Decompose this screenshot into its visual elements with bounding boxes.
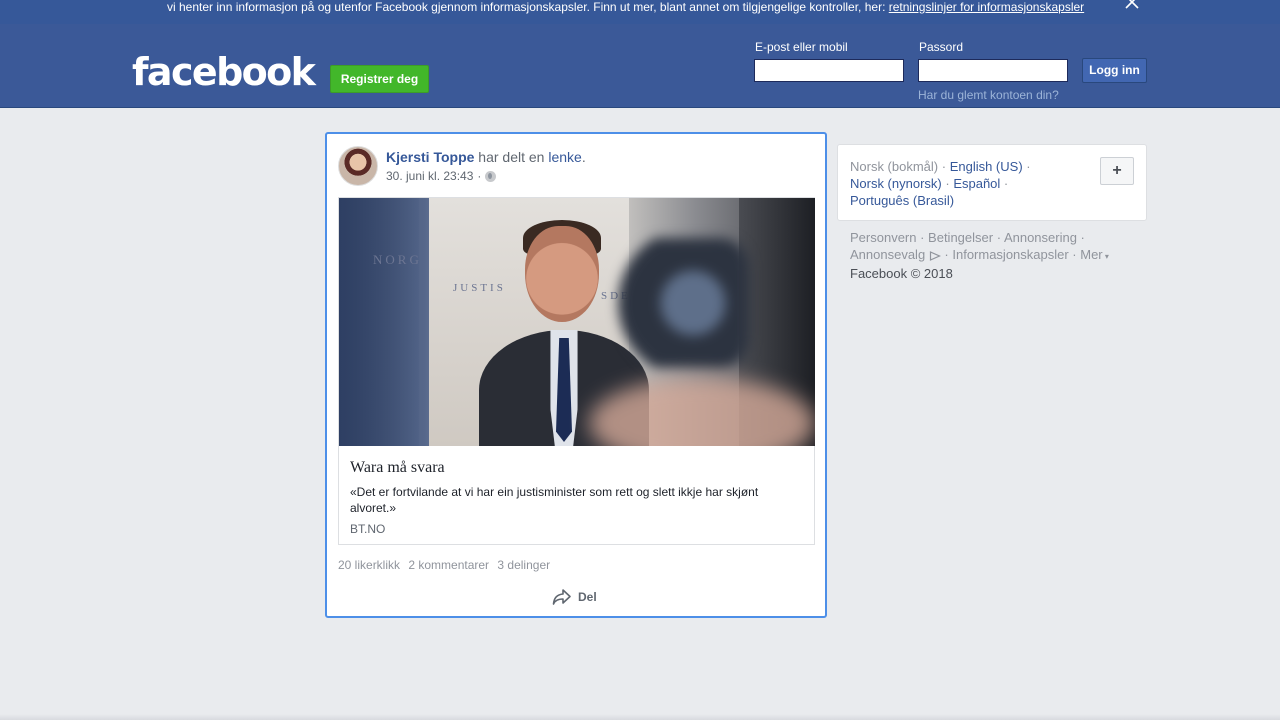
chevron-down-icon[interactable]: ▾ <box>1103 252 1109 261</box>
cookie-policy-link[interactable]: retningslinjer for informasjonskapsler <box>889 0 1084 14</box>
page-bottom-edge <box>0 714 1280 720</box>
cookie-banner: vi henter inn informasjon på og utenfor … <box>0 0 1280 24</box>
footer-link-advertising[interactable]: Annonsering <box>1004 230 1077 245</box>
email-field[interactable] <box>754 59 904 82</box>
image-camera <box>609 238 749 368</box>
post-action-text: har delt en <box>474 149 549 165</box>
comments-count[interactable]: 2 kommentarer <box>408 558 489 572</box>
login-button[interactable]: Logg inn <box>1082 58 1147 83</box>
post-meta: 30. juni kl. 23:43 · <box>386 169 497 183</box>
shared-link-link[interactable]: lenke <box>548 149 581 165</box>
preview-title[interactable]: Wara må svara <box>350 458 445 478</box>
password-field[interactable] <box>918 59 1068 82</box>
share-label: Del <box>578 590 597 604</box>
language-row: Norsk (bokmål) · English (US) · <box>850 158 1060 175</box>
preview-image[interactable]: NORG JUSTIS SDE <box>339 198 815 446</box>
footer-link-privacy[interactable]: Personvern <box>850 230 916 245</box>
meta-separator: · <box>477 169 482 183</box>
language-separator: · <box>1000 176 1009 191</box>
language-separator: · <box>941 176 954 191</box>
image-head <box>525 226 599 322</box>
likes-count[interactable]: 20 likerklikk <box>338 558 400 572</box>
author-link[interactable]: Kjersti Toppe <box>386 149 474 165</box>
post-timestamp[interactable]: 30. juni kl. 23:43 <box>386 169 473 183</box>
register-button[interactable]: Registrer deg <box>330 65 429 93</box>
email-label: E-post eller mobil <box>755 40 848 54</box>
cookie-banner-message: vi henter inn informasjon på og utenfor … <box>167 0 889 14</box>
footer-link-more[interactable]: Mer <box>1080 247 1102 262</box>
header-bar: facebook Registrer deg E-post eller mobi… <box>0 24 1280 108</box>
close-icon[interactable] <box>1124 0 1140 10</box>
preview-description: «Det er fortvilande at vi har ein justis… <box>350 485 759 515</box>
post-card: Kjersti Toppe har delt en lenke. 30. jun… <box>325 132 827 618</box>
shares-count[interactable]: 3 delinger <box>497 558 550 572</box>
post-stats: 20 likerklikk 2 kommentarer 3 delinger <box>338 558 555 572</box>
avatar[interactable] <box>338 146 378 186</box>
language-row: Norsk (nynorsk) · Español · <box>850 175 1060 192</box>
post-header: Kjersti Toppe har delt en lenke. <box>386 148 586 166</box>
language-list: Norsk (bokmål) · English (US) · Norsk (n… <box>850 158 1060 209</box>
add-language-button[interactable]: + <box>1100 157 1134 185</box>
language-option[interactable]: English (US) <box>950 159 1023 174</box>
share-arrow-icon <box>552 589 571 605</box>
language-separator: · <box>1022 159 1031 174</box>
language-selector: Norsk (bokmål) · English (US) · Norsk (n… <box>837 144 1147 221</box>
image-background-left <box>339 198 419 446</box>
link-preview[interactable]: NORG JUSTIS SDE Wara må svara «Det er fo… <box>338 197 815 545</box>
adchoices-icon <box>929 250 941 261</box>
footer-row: Personvern · Betingelser · Annonsering · <box>850 230 1085 245</box>
forgot-account-link[interactable]: Har du glemt kontoen din? <box>918 88 1059 102</box>
image-sign-text: NORG <box>373 252 422 267</box>
footer-link-cookies[interactable]: Informasjonskapsler <box>952 247 1068 262</box>
footer-links: Personvern · Betingelser · Annonsering ·… <box>850 229 1150 282</box>
language-separator: · <box>938 159 950 174</box>
cookie-banner-text: vi henter inn informasjon på og utenfor … <box>167 0 1084 14</box>
copyright-text: Facebook © 2018 <box>850 266 953 281</box>
language-current: Norsk (bokmål) <box>850 159 939 174</box>
language-option[interactable]: Norsk (nynorsk) <box>850 176 942 191</box>
footer-row: Annonsevalg · Informasjonskapsler · Mer … <box>850 247 1109 262</box>
language-option[interactable]: Português (Brasil) <box>850 193 954 208</box>
facebook-logo[interactable]: facebook <box>132 52 316 92</box>
language-option[interactable]: Español <box>953 176 1000 191</box>
footer-link-terms[interactable]: Betingelser <box>928 230 993 245</box>
post-action-end: . <box>581 149 586 165</box>
footer-link-adchoices[interactable]: Annonsevalg <box>850 247 925 262</box>
globe-icon <box>485 170 497 182</box>
language-row: Português (Brasil) <box>850 192 1060 209</box>
share-button[interactable]: Del <box>552 587 597 607</box>
preview-domain: BT.NO <box>350 522 386 536</box>
password-label: Passord <box>919 40 964 54</box>
